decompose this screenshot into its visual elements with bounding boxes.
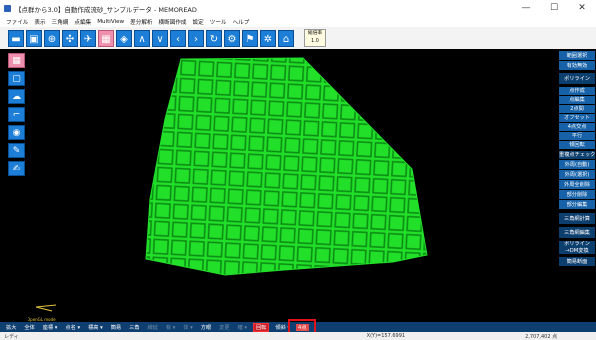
arrow-right-icon[interactable]: › xyxy=(188,29,204,47)
simple-section-button[interactable]: 簡易断面 xyxy=(559,257,595,267)
status-point-count: 2,707,402 点 xyxy=(525,333,558,340)
partial-delete-button[interactable]: 部分削除 xyxy=(559,190,595,200)
select-mode-icon[interactable]: ▦ xyxy=(8,53,25,68)
coordinate-button[interactable]: 座標 ▾ xyxy=(41,324,60,331)
menu-triangle[interactable]: 三角網 xyxy=(52,18,69,26)
menu-point-edit[interactable]: 点編集 xyxy=(74,18,91,26)
menu-file[interactable]: ファイル xyxy=(6,18,28,26)
folder-icon[interactable]: ⌂ xyxy=(278,29,294,47)
rectangle-icon[interactable]: ▢ xyxy=(8,71,25,86)
body-button[interactable]: 体 ▾ xyxy=(181,324,194,331)
fit-view-icon[interactable]: ✣ xyxy=(62,29,78,47)
triangle-button[interactable]: 三角 xyxy=(127,324,141,331)
eye-icon[interactable]: ◉ xyxy=(8,125,25,140)
toolbar: ▬ ▣ ⊕ ✣ ✈ ▦ ◈ ∧ ∨ ‹ › ↻ ⚙ ⚑ ✲ ⌂ 縮倍率 1.0 xyxy=(0,27,596,50)
triangle-edit-button[interactable]: 三角網編集 xyxy=(559,227,595,239)
outline-delete-button[interactable]: 外周全削除 xyxy=(559,180,595,190)
cube-icon[interactable]: ◈ xyxy=(116,29,132,47)
line-icon[interactable]: ⌐ xyxy=(8,107,25,122)
line-extend-button[interactable]: 線延 xyxy=(145,324,159,331)
valid-invalid-button[interactable]: 有効無効 xyxy=(559,61,595,71)
point-create-button[interactable]: 点作成 xyxy=(559,87,595,96)
status-bar: レディ X(Y)=157.6991 2,707,402 点 xyxy=(0,332,596,340)
zoom-icon[interactable]: ⊕ xyxy=(44,29,60,47)
point-edit-button[interactable]: 点編集 xyxy=(559,96,595,105)
status-coordinate: X(Y)=157.6991 xyxy=(366,333,406,339)
zoom-value: 1.0 xyxy=(311,39,319,44)
grid-button[interactable]: 方眼 xyxy=(199,324,213,331)
simple-button[interactable]: 簡易 xyxy=(109,324,123,331)
menu-view[interactable]: 表示 xyxy=(34,18,45,26)
yes-button[interactable]: 有 ▾ xyxy=(164,324,177,331)
maximize-button[interactable]: ☐ xyxy=(540,0,568,17)
left-toolbar: ▦ ▢ ☁ ⌐ ◉ ✎ ✍ xyxy=(0,49,28,322)
point-name-button[interactable]: 点名 ▾ xyxy=(63,324,82,331)
app-icon xyxy=(4,5,11,12)
arrow-up-icon[interactable]: ∧ xyxy=(134,29,150,47)
3d-viewport[interactable] xyxy=(0,49,558,322)
two-point-button[interactable]: 2点間 xyxy=(559,105,595,114)
menu-settings[interactable]: 設定 xyxy=(193,18,204,26)
point-cloud-view xyxy=(145,57,428,276)
brush-icon[interactable]: ✎ xyxy=(8,143,25,158)
arrow-left-icon[interactable]: ‹ xyxy=(170,29,186,47)
outline-auto-button[interactable]: 外周(自動) xyxy=(559,160,595,170)
range-select-button[interactable]: 範囲選択 xyxy=(559,51,595,61)
four-point-button[interactable]: 4点交点 xyxy=(559,123,595,132)
rotate-button[interactable]: 回転 xyxy=(253,322,270,332)
duplicate-check-button[interactable]: 重複点チェック xyxy=(559,151,595,160)
pin-icon[interactable]: ✈ xyxy=(80,29,96,47)
zoom-label: 縮倍率 xyxy=(307,31,323,36)
partial-edit-button[interactable]: 部分編集 xyxy=(559,200,595,210)
open-folder-icon[interactable]: ▬ xyxy=(8,29,24,47)
gear-icon[interactable]: ⚙ xyxy=(224,29,240,47)
menu-diff[interactable]: 差分解析 xyxy=(130,18,152,26)
triangle-calc-button[interactable]: 三角網計算 xyxy=(559,213,595,225)
menu-cross-section[interactable]: 横断図作成 xyxy=(159,18,187,26)
menu-bar: ファイル 表示 三角網 点編集 MultiView 差分解析 横断図作成 設定 … xyxy=(0,17,596,27)
tilt-rotate-button[interactable]: 傾回転 xyxy=(559,141,595,150)
fit-all-button[interactable]: 全体 xyxy=(22,324,36,331)
minimize-button[interactable]: — xyxy=(512,0,540,17)
cloud-icon[interactable]: ☁ xyxy=(8,89,25,104)
change-button[interactable]: 変更 xyxy=(217,324,231,331)
window-title: 【点群から3.0】自動作成流砂_サンプルデータ - MEMOREAD xyxy=(15,5,197,14)
elevation-button[interactable]: 標高 ▾ xyxy=(86,324,105,331)
outline-select-button[interactable]: 外周(選択) xyxy=(559,170,595,180)
title-bar: 【点群から3.0】自動作成流砂_サンプルデータ - MEMOREAD — ☐ ✕ xyxy=(0,0,596,17)
offset-button[interactable]: オフセット xyxy=(559,114,595,123)
menu-tools[interactable]: ツール xyxy=(210,18,227,26)
window-controls: — ☐ ✕ xyxy=(512,0,596,17)
polyline-button[interactable]: ポリライン xyxy=(559,73,595,85)
close-button[interactable]: ✕ xyxy=(568,0,596,17)
zoom-in-button[interactable]: 拡大 xyxy=(4,324,18,331)
edit-icon[interactable]: ✍ xyxy=(8,161,25,176)
rotate-icon[interactable]: ↻ xyxy=(206,29,222,47)
save-icon[interactable]: ▣ xyxy=(26,29,42,47)
point-select-icon[interactable]: ▦ xyxy=(98,29,114,47)
parallel-button[interactable]: 平行 xyxy=(559,132,595,141)
arrow-down-icon[interactable]: ∨ xyxy=(152,29,168,47)
axis-gizmo xyxy=(35,304,57,312)
menu-multiview[interactable]: MultiView xyxy=(97,19,124,25)
flag-icon[interactable]: ⚑ xyxy=(242,29,258,47)
confirm-button[interactable]: 確 ▾ xyxy=(236,324,249,331)
polyline-dm-button[interactable]: ポリライン→DM変換 xyxy=(559,241,595,255)
right-panel: 範囲選択 有効無効 ポリライン 点作成 点編集 2点間 オフセット 4点交点 平… xyxy=(558,49,596,322)
status-ready: レディ xyxy=(4,333,19,340)
point-cloud-surface xyxy=(145,57,428,276)
zoom-box[interactable]: 縮倍率 1.0 xyxy=(304,29,326,47)
settings-icon[interactable]: ✲ xyxy=(260,29,276,47)
menu-help[interactable]: ヘルプ xyxy=(233,18,250,26)
